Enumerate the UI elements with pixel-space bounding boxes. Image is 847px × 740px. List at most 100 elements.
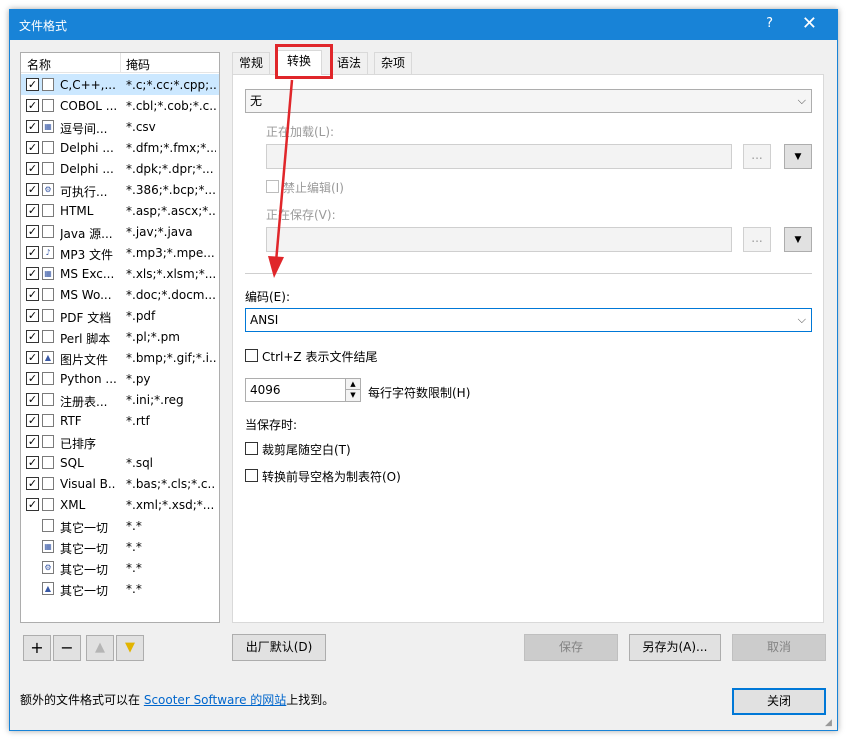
- file-format-list[interactable]: 名称 掩码 ✓ C,C++,... *.c;*.cc;*.cpp;... ✓ COBOL…: [20, 52, 220, 623]
- factory-defaults-button[interactable]: 出厂默认(D): [232, 634, 326, 661]
- table-icon: ▦: [42, 540, 54, 553]
- doc-icon: [42, 162, 54, 175]
- format-checkbox[interactable]: ✓: [26, 330, 39, 343]
- saving-command-field[interactable]: [266, 227, 732, 252]
- save-button[interactable]: 保存: [524, 634, 618, 661]
- remove-format-button[interactable]: −: [53, 635, 81, 661]
- list-item[interactable]: ✓ ▲ 图片文件 *.bmp;*.gif;*.i...: [21, 347, 219, 368]
- format-checkbox[interactable]: ✓: [26, 99, 39, 112]
- column-header-name[interactable]: 名称: [27, 56, 51, 73]
- format-checkbox[interactable]: ✓: [26, 120, 39, 133]
- format-checkbox[interactable]: ✓: [26, 246, 39, 259]
- format-checkbox[interactable]: ✓: [26, 162, 39, 175]
- format-mask: *.*: [126, 540, 142, 554]
- close-button[interactable]: 关闭: [732, 688, 826, 715]
- list-item[interactable]: ▦ 其它一切 *.*: [21, 536, 219, 557]
- format-checkbox[interactable]: ✓: [26, 498, 39, 511]
- line-limit-spinner[interactable]: 4096 ▲ ▼: [245, 378, 361, 402]
- loading-dropdown-button[interactable]: ▼: [784, 144, 812, 169]
- list-item[interactable]: ✓ RTF *.rtf: [21, 410, 219, 431]
- encoding-select[interactable]: ANSI ⌵: [245, 308, 812, 332]
- format-name: Delphi ...: [60, 141, 114, 155]
- format-checkbox[interactable]: ✓: [26, 183, 39, 196]
- list-item[interactable]: ✓ ▦ 逗号间... *.csv: [21, 116, 219, 137]
- format-mask: *.386;*.bcp;*...: [126, 183, 216, 197]
- move-down-button[interactable]: ▼: [116, 635, 144, 661]
- tab-misc[interactable]: 杂项: [374, 52, 413, 74]
- list-item[interactable]: ⚙ 其它一切 *.*: [21, 557, 219, 578]
- list-item[interactable]: ✓ ♪ MP3 文件 *.mp3;*.mpe...: [21, 242, 219, 263]
- annotation-highlight-box: [275, 44, 333, 79]
- leading-spaces-checkbox[interactable]: [245, 469, 258, 482]
- list-item[interactable]: ✓ 注册表... *.ini;*.reg: [21, 389, 219, 410]
- list-item[interactable]: 其它一切 *.*: [21, 515, 219, 536]
- list-item[interactable]: ✓ ▦ MS Exc... *.xls;*.xlsm;*...: [21, 263, 219, 284]
- list-item[interactable]: ✓ Delphi ... *.dpk;*.dpr;*...: [21, 158, 219, 179]
- format-checkbox[interactable]: ✓: [26, 372, 39, 385]
- resize-grip-icon[interactable]: ◢: [825, 718, 835, 728]
- window-close-button[interactable]: ✕: [802, 13, 817, 34]
- add-format-button[interactable]: +: [23, 635, 51, 661]
- conversion-type-select[interactable]: 无 ⌵: [245, 89, 812, 113]
- list-item[interactable]: ✓ Delphi ... *.dfm;*.fmx;*...: [21, 137, 219, 158]
- saving-browse-button[interactable]: ...: [743, 227, 771, 252]
- list-item[interactable]: ✓ HTML *.asp;*.ascx;*...: [21, 200, 219, 221]
- format-name: MS Exc...: [60, 267, 115, 281]
- line-limit-label: 每行字符数限制(H): [368, 386, 471, 400]
- format-name: COBOL ...: [60, 99, 116, 113]
- section-divider: [245, 273, 812, 274]
- save-as-button[interactable]: 另存为(A)...: [629, 634, 721, 661]
- list-item[interactable]: ✓ COBOL ... *.cbl;*.cob;*.c...: [21, 95, 219, 116]
- format-mask: *.xls;*.xlsm;*...: [126, 267, 216, 281]
- format-checkbox[interactable]: ✓: [26, 477, 39, 490]
- list-item[interactable]: ▲ 其它一切 *.*: [21, 578, 219, 599]
- list-item[interactable]: ✓ C,C++,... *.c;*.cc;*.cpp;...: [21, 74, 219, 95]
- doc-icon: [42, 309, 54, 322]
- list-item[interactable]: ✓ Perl 脚本 *.pl;*.pm: [21, 326, 219, 347]
- spin-down-icon[interactable]: ▼: [345, 390, 360, 401]
- list-item[interactable]: ✓ XML *.xml;*.xsd;*...: [21, 494, 219, 515]
- format-checkbox[interactable]: ✓: [26, 435, 39, 448]
- trim-trailing-checkbox[interactable]: [245, 442, 258, 455]
- format-checkbox[interactable]: ✓: [26, 225, 39, 238]
- list-item[interactable]: ✓ PDF 文档 *.pdf: [21, 305, 219, 326]
- format-mask: *.pl;*.pm: [126, 330, 180, 344]
- list-item[interactable]: ✓ Java 源... *.jav;*.java: [21, 221, 219, 242]
- ctrlz-eof-label: Ctrl+Z 表示文件结尾: [262, 350, 378, 364]
- format-checkbox[interactable]: ✓: [26, 267, 39, 280]
- format-name: 图片文件: [60, 353, 109, 367]
- list-item[interactable]: ✓ 已排序: [21, 431, 219, 452]
- help-button[interactable]: ?: [766, 16, 773, 31]
- list-item[interactable]: ✓ Python ... *.py: [21, 368, 219, 389]
- format-name: Perl 脚本: [60, 332, 111, 346]
- loading-command-field[interactable]: [266, 144, 732, 169]
- loading-label: 正在加载(L):: [266, 125, 335, 139]
- format-checkbox[interactable]: ✓: [26, 141, 39, 154]
- format-checkbox[interactable]: ✓: [26, 414, 39, 427]
- format-checkbox[interactable]: ✓: [26, 393, 39, 406]
- format-checkbox[interactable]: ✓: [26, 456, 39, 469]
- disable-edit-checkbox[interactable]: [266, 180, 279, 193]
- scooter-software-link[interactable]: Scooter Software 的网站: [144, 693, 286, 707]
- list-item[interactable]: ✓ Visual B... *.bas;*.cls;*.c...: [21, 473, 219, 494]
- leading-spaces-label: 转换前导空格为制表符(O): [262, 470, 401, 484]
- format-checkbox[interactable]: ✓: [26, 288, 39, 301]
- tab-general[interactable]: 常规: [232, 52, 271, 74]
- list-item[interactable]: ✓ SQL *.sql: [21, 452, 219, 473]
- format-checkbox[interactable]: ✓: [26, 204, 39, 217]
- list-item[interactable]: ✓ ⚙ 可执行... *.386;*.bcp;*...: [21, 179, 219, 200]
- format-checkbox[interactable]: ✓: [26, 309, 39, 322]
- list-item[interactable]: ✓ MS Wo... *.doc;*.docm...: [21, 284, 219, 305]
- format-checkbox[interactable]: ✓: [26, 351, 39, 364]
- tab-grammar[interactable]: 语法: [330, 52, 369, 74]
- loading-browse-button[interactable]: ...: [743, 144, 771, 169]
- saving-dropdown-button[interactable]: ▼: [784, 227, 812, 252]
- column-header-mask[interactable]: 掩码: [126, 56, 150, 73]
- move-up-button[interactable]: ▲: [86, 635, 114, 661]
- column-separator[interactable]: [120, 53, 121, 73]
- spin-up-icon[interactable]: ▲: [345, 379, 360, 390]
- cancel-button[interactable]: 取消: [732, 634, 826, 661]
- format-checkbox[interactable]: ✓: [26, 78, 39, 91]
- doc-icon: [42, 225, 54, 238]
- ctrlz-eof-checkbox[interactable]: [245, 349, 258, 362]
